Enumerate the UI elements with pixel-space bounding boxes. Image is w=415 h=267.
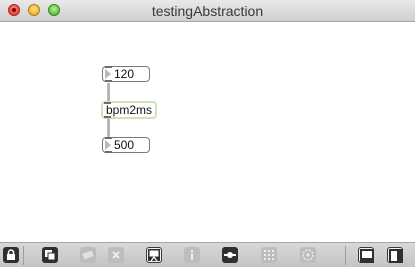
inlet[interactable]	[105, 66, 112, 68]
inlet[interactable]	[105, 137, 112, 139]
sidebar-right-icon	[389, 249, 403, 263]
patchcord-top[interactable]	[107, 83, 110, 101]
number-arrow-icon	[105, 140, 111, 150]
outlet[interactable]	[104, 116, 111, 118]
number-arrow-icon	[105, 69, 111, 79]
sidebar-left-icon	[360, 249, 374, 263]
inlet-outlet-button[interactable]	[222, 247, 238, 263]
number-value: 500	[114, 138, 135, 152]
abstraction-object[interactable]: bpm2ms	[101, 101, 157, 119]
presentation-icon	[45, 250, 56, 261]
lock-button[interactable]	[3, 247, 19, 263]
paint-button[interactable]	[146, 247, 162, 263]
paint-icon	[148, 249, 160, 262]
toolbar-separator	[345, 246, 346, 265]
patchcord-bottom[interactable]	[107, 119, 110, 137]
debug-icon	[302, 249, 314, 261]
patcher-window: testingAbstraction 120 bpm2ms 500	[0, 0, 415, 267]
title-bar[interactable]: testingAbstraction	[0, 0, 415, 22]
presentation-button[interactable]	[42, 247, 58, 263]
object-palette-button[interactable]	[80, 247, 96, 263]
patcher-canvas[interactable]: 120 bpm2ms 500	[0, 22, 415, 242]
inspector-icon	[191, 250, 193, 260]
debug-button[interactable]	[300, 247, 316, 263]
clear-button[interactable]	[108, 247, 124, 263]
grid-icon	[264, 250, 274, 260]
abstraction-name: bpm2ms	[106, 103, 153, 117]
lock-icon	[7, 249, 15, 260]
patcher-toolbar	[0, 242, 415, 267]
sidebar-right-button[interactable]	[387, 247, 403, 263]
window-title: testingAbstraction	[151, 3, 264, 19]
number-box-bottom[interactable]: 500	[102, 137, 150, 153]
inspector-button[interactable]	[184, 247, 200, 263]
outlet[interactable]	[105, 151, 112, 153]
sidebar-left-button[interactable]	[358, 247, 374, 263]
outlet[interactable]	[105, 80, 112, 82]
clear-icon	[112, 251, 120, 259]
number-box-top[interactable]: 120	[102, 66, 150, 82]
number-value: 120	[114, 67, 135, 81]
toolbar-separator	[23, 246, 24, 265]
grid-button[interactable]	[261, 247, 277, 263]
inlet-outlet-icon	[224, 252, 236, 258]
object-palette-icon	[82, 250, 94, 260]
